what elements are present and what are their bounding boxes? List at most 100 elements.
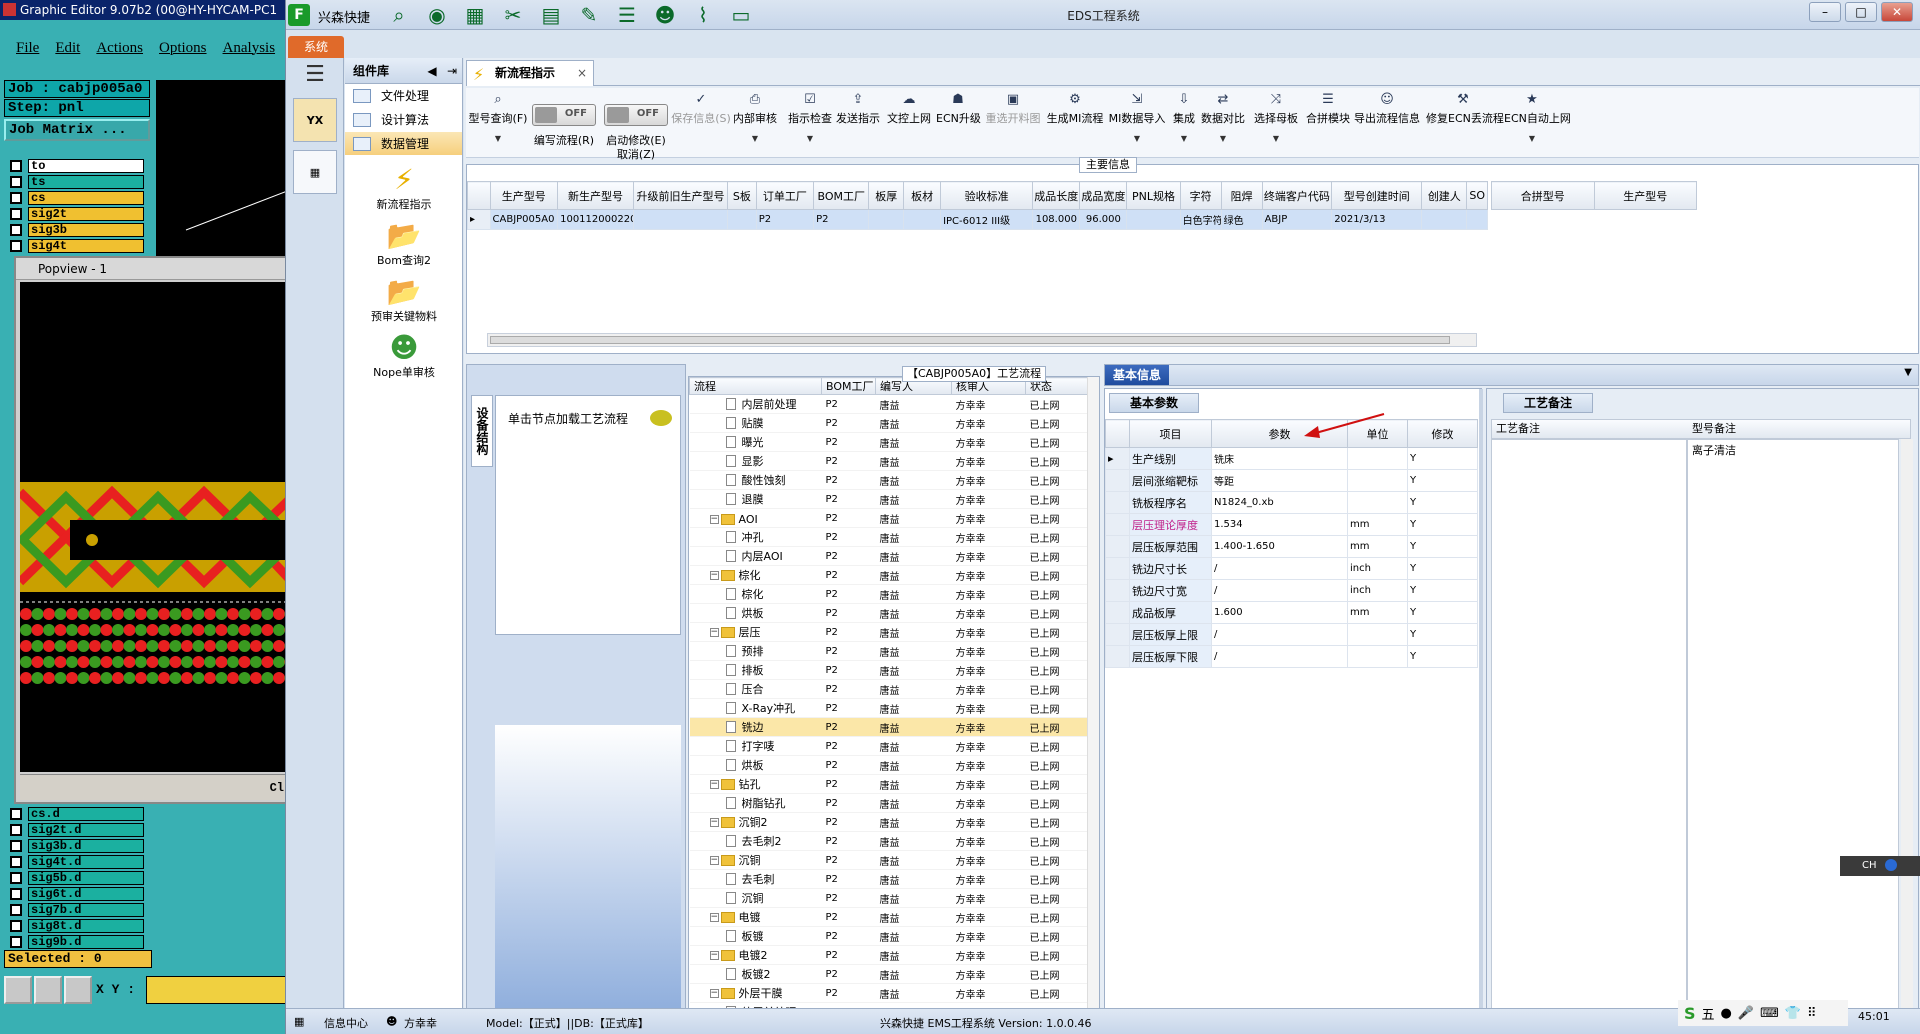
table-cell[interactable]: 方幸幸 (951, 812, 1026, 832)
close-button[interactable]: ✕ (1881, 2, 1913, 22)
table-cell[interactable]: 已上网 (1025, 622, 1090, 642)
popview-close-button[interactable]: Cl (20, 774, 288, 800)
column-header[interactable]: 成品长度 (1032, 181, 1081, 210)
chevron-down-icon[interactable]: ▼ (1250, 134, 1302, 143)
toggle-switch[interactable]: OFF (532, 104, 596, 126)
bom-query-item[interactable]: 📂 Bom查询2 (345, 220, 463, 268)
tree-node[interactable]: 酸性蚀刻 (689, 470, 822, 490)
collapse-icon[interactable]: − (709, 627, 719, 637)
column-header[interactable]: 升级前旧生产型号 (632, 181, 729, 210)
layer-checkbox[interactable] (10, 856, 22, 868)
layer-checkbox[interactable] (10, 208, 22, 220)
table-row[interactable]: 去毛刺2 P2 唐益 方幸幸 已上网 (689, 831, 1090, 851)
chevron-down-icon[interactable]: ▼ (1170, 134, 1198, 143)
chevron-down-icon[interactable]: ▼ (732, 134, 778, 143)
collapse-icon[interactable]: − (709, 912, 719, 922)
table-cell[interactable]: 方幸幸 (951, 983, 1026, 1003)
vertical-scrollbar[interactable] (1901, 439, 1913, 1034)
table-cell[interactable]: 方幸幸 (951, 888, 1026, 908)
table-cell[interactable]: 唐益 (875, 926, 952, 946)
column-header[interactable]: SO (1466, 181, 1488, 210)
collapse-left-icon[interactable]: ◀ (422, 58, 442, 83)
collapse-icon[interactable]: − (709, 988, 719, 998)
chevron-down-icon[interactable]: ▼ (1108, 134, 1166, 143)
table-cell[interactable]: 唐益 (875, 546, 952, 566)
column-header[interactable]: 板材 (903, 181, 942, 210)
table-cell[interactable]: 已上网 (1025, 831, 1090, 851)
nope-review-item[interactable]: ☻ Nope单审核 (345, 332, 463, 380)
table-cell[interactable]: 已上网 (1025, 489, 1090, 509)
table-cell[interactable]: P2 (821, 470, 876, 490)
table-cell[interactable]: 已上网 (1025, 945, 1090, 965)
table-cell[interactable]: P2 (821, 641, 876, 661)
grid-icon[interactable]: ⠿ (1807, 1006, 1817, 1021)
table-cell[interactable]: P2 (821, 717, 876, 737)
tree-node[interactable]: X-Ray冲孔 (689, 698, 822, 718)
table-cell[interactable]: P2 (821, 508, 876, 528)
table-cell[interactable]: P2 (821, 850, 876, 870)
table-cell[interactable]: 已上网 (1025, 413, 1090, 433)
tree-node[interactable]: 内层AOI (689, 546, 822, 566)
toolbar-button-compare[interactable]: ⇄ 数据对比 ▼ (1200, 88, 1246, 158)
tree-node[interactable]: 沉铜 (689, 888, 822, 908)
monitor-icon[interactable]: ▭ (728, 3, 754, 27)
table-cell[interactable]: 已上网 (1025, 907, 1090, 927)
list-icon[interactable]: ☰ (614, 3, 640, 27)
chevron-down-icon[interactable]: ▼ (784, 134, 836, 143)
table-cell[interactable]: 已上网 (1025, 850, 1090, 870)
table-cell[interactable]: P2 (821, 565, 876, 585)
mic-icon[interactable]: 🎤 (1738, 1006, 1754, 1021)
layer-checkbox[interactable] (10, 824, 22, 836)
table-cell[interactable]: 已上网 (1025, 793, 1090, 813)
splitter[interactable] (1479, 389, 1483, 1034)
library-item[interactable]: 数据管理 (345, 132, 462, 156)
table-row[interactable]: 层压理论厚度 1.534 mm Y (1105, 513, 1478, 536)
table-row[interactable]: 打字唛 P2 唐益 方幸幸 已上网 (689, 736, 1090, 756)
table-row[interactable]: 沉铜 P2 唐益 方幸幸 已上网 (689, 888, 1090, 908)
layer-row[interactable]: sig2t (4, 206, 152, 222)
table-cell[interactable]: 唐益 (875, 964, 952, 984)
table-cell[interactable]: P2 (821, 660, 876, 680)
table-cell[interactable]: P2 (813, 209, 870, 230)
table-cell[interactable]: P2 (821, 736, 876, 756)
table-cell[interactable]: P2 (821, 413, 876, 433)
toolbar-button-image[interactable]: ▣ 重选开料图 (984, 88, 1042, 158)
table-row[interactable]: 铣边尺寸宽 / inch Y (1105, 579, 1478, 602)
column-header[interactable]: 生产型号 (1593, 181, 1697, 210)
table-cell[interactable]: 唐益 (875, 584, 952, 604)
toolbar-button-list[interactable]: ☰ 合拼模块 (1306, 88, 1350, 158)
table-row[interactable]: 烘板 P2 唐益 方幸幸 已上网 (689, 603, 1090, 623)
table-cell[interactable]: 方幸幸 (951, 926, 1026, 946)
table-cell[interactable] (727, 209, 757, 230)
table-cell[interactable]: 已上网 (1025, 698, 1090, 718)
tree-node[interactable]: 曝光 (689, 432, 822, 452)
table-cell[interactable]: P2 (821, 869, 876, 889)
table-cell[interactable]: 唐益 (875, 470, 952, 490)
chevron-down-icon[interactable]: ▼ (468, 134, 528, 143)
tree-node[interactable]: 去毛刺 (689, 869, 822, 889)
collapse-icon[interactable]: − (709, 514, 719, 524)
table-cell[interactable]: 唐益 (875, 394, 952, 414)
table-row[interactable]: 曝光 P2 唐益 方幸幸 已上网 (689, 432, 1090, 452)
table-cell[interactable] (1466, 209, 1488, 230)
tab-new-flow[interactable]: ⚡ 新流程指示 × (466, 60, 594, 86)
chevron-down-icon[interactable]: ▼ (1200, 134, 1246, 143)
table-row[interactable]: − 层压 P2 唐益 方幸幸 已上网 (689, 622, 1090, 642)
table-cell[interactable]: 已上网 (1025, 926, 1090, 946)
tree-node[interactable]: 树脂钻孔 (689, 793, 822, 813)
table-cell[interactable]: 方幸幸 (951, 850, 1026, 870)
table-cell[interactable]: P2 (821, 451, 876, 471)
new-flow-item[interactable]: ⚡ 新流程指示 (345, 164, 463, 212)
table-cell[interactable]: 唐益 (875, 641, 952, 661)
table-cell[interactable]: 已上网 (1025, 584, 1090, 604)
tree-node[interactable]: 板镀 (689, 926, 822, 946)
tree-node[interactable]: 显影 (689, 451, 822, 471)
table-row[interactable]: 层压板厚上限 / Y (1105, 623, 1478, 646)
table-cell[interactable]: 唐益 (875, 622, 952, 642)
table-row[interactable]: 酸性蚀刻 P2 唐益 方幸幸 已上网 (689, 470, 1090, 490)
param-value[interactable]: 铣床 (1211, 447, 1348, 470)
table-cell[interactable]: 唐益 (875, 888, 952, 908)
table-cell[interactable]: 方幸幸 (951, 394, 1026, 414)
layer-row[interactable]: sig8t.d (4, 918, 152, 934)
column-header[interactable]: 生产型号 (489, 181, 559, 210)
